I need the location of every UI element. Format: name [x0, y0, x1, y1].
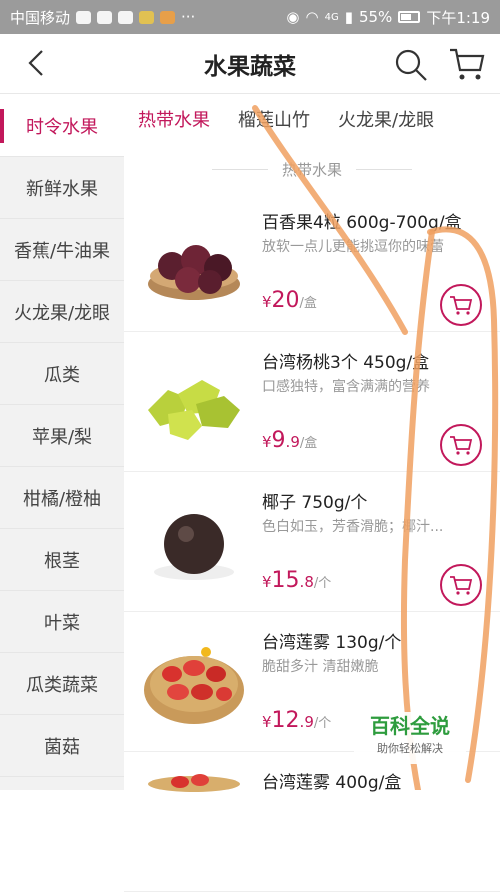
sidebar-item-gourd-veg[interactable]: 瓜类蔬菜: [0, 653, 124, 715]
product-price: ¥20/盒: [262, 288, 317, 313]
price-unit: /盒: [299, 296, 317, 311]
product-desc: 脆甜多汁 清甜嫩脆: [262, 659, 379, 675]
tab-durian-mangosteen[interactable]: 榴莲山竹: [224, 106, 324, 132]
battery-percent: 55%: [358, 8, 393, 26]
subcategory-tabs: 热带水果 榴莲山竹 火龙果/龙眼: [124, 95, 500, 143]
add-to-cart-button[interactable]: [440, 284, 482, 326]
product-item[interactable]: 台湾杨桃3个 450g/盒 口感独特，富含满满的营养 ¥9.9/盒: [124, 332, 500, 472]
battery-icon: [398, 11, 421, 23]
sidebar-item-label: 瓜类: [44, 364, 80, 386]
more-notifications-icon: ···: [181, 8, 196, 26]
add-to-cart-button[interactable]: [440, 424, 482, 466]
clock: 下午1:19: [426, 8, 490, 27]
price-integer: 12: [271, 708, 300, 733]
product-item[interactable]: 台湾莲雾 400g/盒: [124, 752, 500, 892]
section-title: 热带水果: [124, 152, 500, 186]
coconut-image: [154, 514, 234, 580]
watermark-subtitle: 助你轻松解决: [377, 742, 443, 755]
sidebar-item-seasonal-fruit[interactable]: 时令水果: [0, 95, 124, 157]
message-icon: [76, 10, 92, 24]
starfruit-image: [148, 380, 240, 440]
price-integer: 9: [271, 428, 286, 453]
sidebar-item-label: 新鲜水果: [26, 178, 98, 200]
app-header: 水果蔬菜: [0, 34, 500, 94]
network-type: 4G: [324, 11, 339, 23]
sidebar-item-label: 苹果/梨: [31, 426, 93, 448]
back-arrow-icon[interactable]: [22, 48, 52, 78]
wifi-icon: ◠: [305, 8, 319, 26]
sidebar-item-root-veg[interactable]: 根茎: [0, 529, 124, 591]
product-price: ¥9.9/盒: [262, 428, 317, 453]
product-name[interactable]: 台湾杨桃3个 450g/盒: [262, 348, 429, 373]
signal-icon: ▮: [344, 8, 353, 26]
sidebar-item-label: 时令水果: [26, 116, 98, 138]
price-integer: 15: [271, 568, 300, 593]
wax-apple-box-image: [148, 774, 240, 792]
price-unit: /个: [313, 716, 332, 731]
category-sidebar: 时令水果 新鲜水果 香蕉/牛油果 火龙果/龙眼 瓜类 苹果/梨 柑橘/橙柚 根茎…: [0, 95, 124, 790]
price-decimal: .9: [299, 713, 314, 731]
tab-tropical-fruit[interactable]: 热带水果: [124, 106, 224, 132]
price-integer: 20: [271, 288, 300, 313]
product-name[interactable]: 台湾莲雾 400g/盒: [262, 768, 401, 793]
tab-dragonfruit-longan[interactable]: 火龙果/龙眼: [324, 106, 448, 132]
product-name[interactable]: 椰子 750g/个: [262, 488, 367, 513]
product-desc: 色白如玉，芳香滑脆；椰汁...: [262, 519, 444, 535]
section-title-text: 热带水果: [281, 160, 342, 179]
page-title: 水果蔬菜: [204, 53, 296, 80]
price-currency: ¥: [262, 293, 272, 311]
sidebar-item-label: 香蕉/牛油果: [13, 240, 111, 262]
app-notification-icon: [139, 10, 155, 24]
product-desc: 放软一点儿更能挑逗你的味蕾: [262, 239, 444, 255]
price-decimal: .9: [285, 433, 300, 451]
sidebar-item-banana-avocado[interactable]: 香蕉/牛油果: [0, 219, 124, 281]
price-currency: ¥: [262, 573, 272, 591]
sidebar-item-fresh-fruit[interactable]: 新鲜水果: [0, 157, 124, 219]
carrier-label: 中国移动: [10, 8, 71, 27]
price-unit: /盒: [299, 436, 318, 451]
product-price: ¥12.9/个: [262, 708, 331, 733]
price-decimal: .8: [299, 573, 314, 591]
status-bar: 中国移动 ··· ◉ ◠ 4G ▮ 55% 下午1:19: [0, 0, 500, 34]
sidebar-item-label: 菌菇: [44, 736, 80, 758]
price-currency: ¥: [262, 433, 272, 451]
product-name[interactable]: 台湾莲雾 130g/个: [262, 628, 401, 653]
sidebar-item-label: 瓜类蔬菜: [26, 674, 98, 696]
price-unit: /个: [313, 576, 332, 591]
sidebar-item-mushroom[interactable]: 菌菇: [0, 715, 124, 777]
search-icon[interactable]: [394, 48, 428, 82]
passion-fruit-image: [148, 245, 240, 300]
sidebar-item-citrus[interactable]: 柑橘/橙柚: [0, 467, 124, 529]
cart-icon: [450, 436, 473, 455]
sidebar-item-label: 柑橘/橙柚: [22, 488, 102, 510]
wax-apple-image: [144, 647, 244, 724]
eye-comfort-icon: ◉: [286, 8, 300, 26]
cart-icon: [450, 296, 473, 315]
sidebar-item-dragonfruit-longan[interactable]: 火龙果/龙眼: [0, 281, 124, 343]
product-item[interactable]: 百香果4粒 600g-700g/盒 放软一点儿更能挑逗你的味蕾 ¥20/盒: [124, 192, 500, 332]
sidebar-item-leafy-veg[interactable]: 叶菜: [0, 591, 124, 653]
cart-icon: [450, 576, 473, 595]
product-list: 百香果4粒 600g-700g/盒 放软一点儿更能挑逗你的味蕾 ¥20/盒 台湾…: [124, 192, 500, 892]
cart-icon[interactable]: [448, 46, 486, 82]
sidebar-item-label: 根茎: [44, 550, 80, 572]
sidebar-item-label: 叶菜: [44, 612, 80, 634]
baike-watermark: 百科全说 助你轻松解决: [354, 712, 466, 764]
sidebar-item-label: 火龙果/龙眼: [13, 302, 111, 324]
add-to-cart-button[interactable]: [440, 564, 482, 606]
price-currency: ¥: [262, 713, 272, 731]
product-price: ¥15.8/个: [262, 568, 331, 593]
wechat-icon: [97, 10, 113, 24]
product-desc: 口感独特，富含满满的营养: [262, 379, 430, 395]
product-item[interactable]: 椰子 750g/个 色白如玉，芳香滑脆；椰汁... ¥15.8/个: [124, 472, 500, 612]
app-notification-icon-2: [160, 10, 176, 24]
sidebar-item-melons[interactable]: 瓜类: [0, 343, 124, 405]
sidebar-item-apple-pear[interactable]: 苹果/梨: [0, 405, 124, 467]
alipay-icon: [118, 10, 134, 24]
product-name[interactable]: 百香果4粒 600g-700g/盒: [262, 208, 462, 233]
watermark-title: 百科全说: [370, 714, 450, 738]
